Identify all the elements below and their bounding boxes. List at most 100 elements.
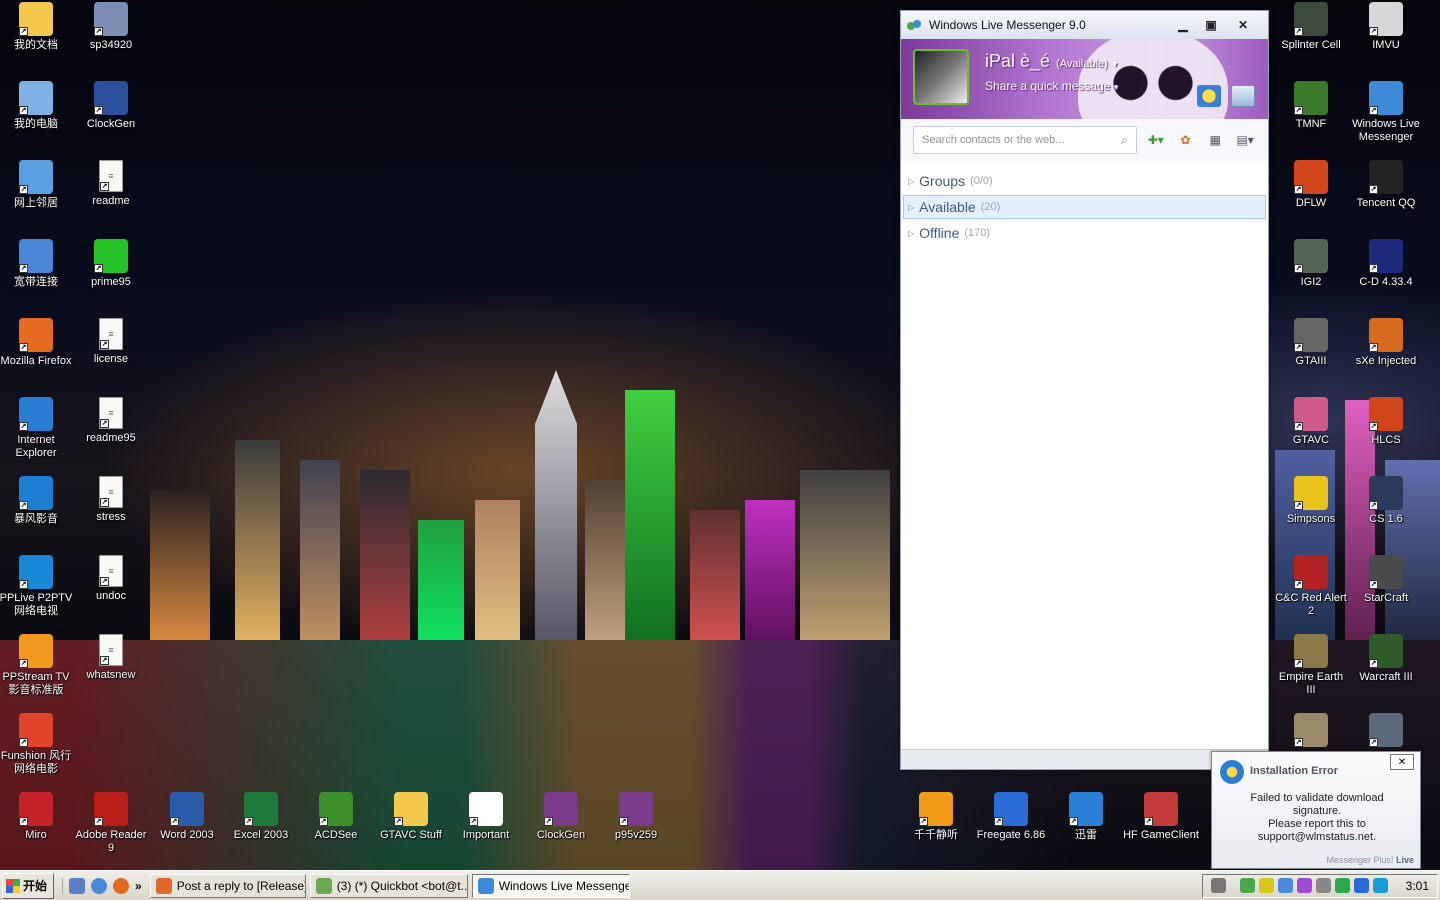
- desktop-icon-readme95[interactable]: ≡ ↗ readme95: [73, 397, 149, 445]
- start-button[interactable]: 开始: [2, 872, 54, 899]
- desktop-icon-cs-1-6[interactable]: ↗ CS 1.6: [1348, 476, 1424, 526]
- desktop-icon-word-2003[interactable]: ↗ Word 2003: [149, 792, 225, 842]
- taskbar-item-messenger[interactable]: Windows Live Messenger...: [471, 873, 630, 898]
- desktop-icon-item-0[interactable]: ↗ 我的文档: [0, 2, 74, 52]
- clock[interactable]: 3:01: [1406, 879, 1429, 893]
- desktop-icon-warcraft-iii[interactable]: ↗ Warcraft III: [1348, 634, 1424, 684]
- desktop-icon-c-c-red-alert-2[interactable]: ↗ C&C Red Alert 2: [1273, 555, 1349, 618]
- display-name[interactable]: iPal è_é (Available) ▾: [985, 51, 1117, 72]
- desktop-icon-undoc[interactable]: ≡ ↗ undoc: [73, 555, 149, 603]
- desktop-icon-windows-live-messenger[interactable]: ↗ Windows Live Messenger: [1348, 81, 1424, 144]
- desktop-icon-hlcs[interactable]: ↗ HLCS: [1348, 397, 1424, 447]
- desktop-icon-item-9[interactable]: ↗ 千千静听: [898, 792, 974, 842]
- firefox-icon[interactable]: [113, 877, 129, 894]
- desktop-icon-c-d-4-33-4[interactable]: ↗ C-D 4.33.4: [1348, 239, 1424, 289]
- desktop-icon-important[interactable]: ↗ Important: [448, 792, 524, 842]
- taskbar-item-quickbot-chat[interactable]: (3) (*) Quickbot <bot@t...: [309, 873, 468, 898]
- desktop-icon-item-4[interactable]: ↗ 网上邻居: [0, 160, 74, 210]
- desktop-icon-gtaiii[interactable]: ↗ GTAIII: [1273, 318, 1349, 368]
- shortcut-arrow-icon: ↗: [1294, 264, 1303, 273]
- desktop-icon-item-12[interactable]: ↗ 暴风影音: [0, 476, 74, 526]
- desktop-icon-tmnf[interactable]: ↗ TMNF: [1273, 81, 1349, 131]
- desktop-icon-label: stress: [96, 511, 126, 523]
- desktop-icon-clockgen[interactable]: ↗ ClockGen: [523, 792, 599, 842]
- desktop-icon-stress[interactable]: ≡ ↗ stress: [73, 476, 149, 524]
- show-desktop-icon[interactable]: [69, 877, 85, 894]
- desktop-icon-license[interactable]: ≡ ↗ license: [73, 318, 149, 366]
- tray-icon[interactable]: [1315, 878, 1331, 893]
- desktop-icon-item-18[interactable]: ↗: [1273, 713, 1349, 750]
- desktop-icon-miro[interactable]: ↗ Miro: [0, 792, 74, 842]
- status-dropdown-icon[interactable]: ▾: [1113, 59, 1118, 69]
- change-layout-icon[interactable]: ▦: [1204, 130, 1226, 150]
- desktop-icon-splinter-cell[interactable]: ↗ Splinter Cell: [1273, 2, 1349, 52]
- group-header-available[interactable]: ▷ Available (20): [903, 195, 1266, 219]
- minimize-button[interactable]: ▁: [1170, 16, 1196, 34]
- desktop-icon-p95v259[interactable]: ↗ p95v259: [598, 792, 674, 842]
- search-input[interactable]: Search contacts or the web... ⌕: [913, 126, 1137, 154]
- desktop-icon-funshion[interactable]: ↗ Funshion 风行网络电影: [0, 713, 74, 776]
- desktop-icon-readme[interactable]: ≡ ↗ readme: [73, 160, 149, 208]
- status-label[interactable]: (Available): [1056, 58, 1108, 70]
- tray-icon[interactable]: [1353, 878, 1369, 893]
- messenger-tray-icon[interactable]: [1239, 878, 1255, 893]
- network-icon[interactable]: [1277, 878, 1293, 893]
- desktop-icon-empire-earth-iii[interactable]: ↗ Empire Earth III: [1273, 634, 1349, 697]
- desktop-icon-item-2[interactable]: ↗ 我的电脑: [0, 81, 74, 131]
- desktop-icon-simpsons[interactable]: ↗ Simpsons: [1273, 476, 1349, 526]
- shortcut-arrow-icon: ↗: [1069, 817, 1078, 826]
- maximize-button[interactable]: ▣: [1198, 16, 1224, 34]
- desktop-icon-sp34920[interactable]: ↗ sp34920: [73, 2, 149, 52]
- group-header-groups[interactable]: ▷ Groups (0/0): [903, 169, 1266, 193]
- desktop-icon-ppstream-tv[interactable]: ↗ PPStream TV 影音标准版: [0, 634, 74, 697]
- show-menu-icon[interactable]: ▤▾: [1234, 130, 1256, 150]
- desktop-icon-starcraft[interactable]: ↗ StarCraft: [1348, 555, 1424, 605]
- desktop-icon-imvu[interactable]: ↗ IMVU: [1348, 2, 1424, 52]
- desktop-icon-label: Windows Live Messenger: [1352, 118, 1420, 143]
- tray-icon[interactable]: [1372, 878, 1388, 893]
- desktop-icon-gtavc[interactable]: ↗ GTAVC: [1273, 397, 1349, 447]
- desktop-icon-internet-explorer[interactable]: ↗ Internet Explorer: [0, 397, 74, 460]
- close-button[interactable]: ✕: [1226, 16, 1260, 34]
- keyboard-icon[interactable]: [1210, 878, 1226, 893]
- messenger-window[interactable]: Windows Live Messenger 9.0 ▁ ▣ ✕ iPal è_…: [900, 10, 1269, 770]
- desktop-icon-pplive-p2ptv[interactable]: ↗ PPLive P2PTV 网络电视: [0, 555, 74, 618]
- desktop-icon-item-6[interactable]: ↗ 宽带连接: [0, 239, 74, 289]
- desktop-icon-sxe-injected[interactable]: ↗ sXe Injected: [1348, 318, 1424, 368]
- desktop-icon-item-11[interactable]: ↗ 迅雷: [1048, 792, 1124, 842]
- desktop-icon-prime95[interactable]: ↗ prime95: [73, 239, 149, 289]
- desktop-icon-hf-gameclient[interactable]: ↗ HF GameClient: [1123, 792, 1199, 842]
- desktop-icon-tencent-qq[interactable]: ↗ Tencent QQ: [1348, 160, 1424, 210]
- group-header-offline[interactable]: ▷ Offline (170): [903, 221, 1266, 245]
- desktop-icon-clockgen[interactable]: ↗ ClockGen: [73, 81, 149, 131]
- tray-icon[interactable]: [1258, 878, 1274, 893]
- desktop-icon-acdsee[interactable]: ↗ ACDSee: [298, 792, 374, 842]
- inbox-icon[interactable]: [1231, 85, 1255, 107]
- live-services-icon[interactable]: ✿: [1175, 130, 1197, 150]
- search-icon[interactable]: ⌕: [1121, 133, 1128, 148]
- desktop-icon-gtavc-stuff[interactable]: ↗ GTAVC Stuff: [373, 792, 449, 842]
- tray-icon[interactable]: [1334, 878, 1350, 893]
- desktop-icon-label: Splinter Cell: [1281, 39, 1341, 51]
- installation-error-toast[interactable]: Installation Error ✕ Failed to validate …: [1211, 751, 1421, 869]
- messenger-titlebar[interactable]: Windows Live Messenger 9.0 ▁ ▣ ✕: [901, 11, 1268, 39]
- avatar[interactable]: [913, 49, 969, 105]
- add-contact-icon[interactable]: ✚▾: [1145, 130, 1167, 150]
- desktop-icon-freegate-6-86[interactable]: ↗ Freegate 6.86: [973, 792, 1049, 842]
- desktop-icon-adobe-reader-9[interactable]: ↗ Adobe Reader 9: [73, 792, 149, 855]
- personal-message[interactable]: Share a quick message ▾: [985, 79, 1118, 93]
- toast-close-button[interactable]: ✕: [1390, 754, 1414, 770]
- desktop-icon-igi2[interactable]: ↗ IGI2: [1273, 239, 1349, 289]
- taskbar-item-firefox-post[interactable]: Post a reply to [Release]...: [149, 873, 306, 898]
- desktop-icon-dflw[interactable]: ↗ DFLW: [1273, 160, 1349, 210]
- tray-icon[interactable]: [1296, 878, 1312, 893]
- desktop-icon-mozilla-firefox[interactable]: ↗ Mozilla Firefox: [0, 318, 74, 368]
- shortcut-arrow-icon: ↗: [94, 817, 103, 826]
- internet-explorer-icon[interactable]: [91, 877, 107, 894]
- desktop-icon-item-19[interactable]: ↗: [1348, 713, 1424, 750]
- quick-launch-more-button[interactable]: »: [135, 879, 142, 893]
- messenger-plus-icon[interactable]: [1197, 85, 1221, 107]
- application-icon: ↗: [19, 792, 53, 826]
- desktop-icon-excel-2003[interactable]: ↗ Excel 2003: [223, 792, 299, 842]
- desktop-icon-whatsnew[interactable]: ≡ ↗ whatsnew: [73, 634, 149, 682]
